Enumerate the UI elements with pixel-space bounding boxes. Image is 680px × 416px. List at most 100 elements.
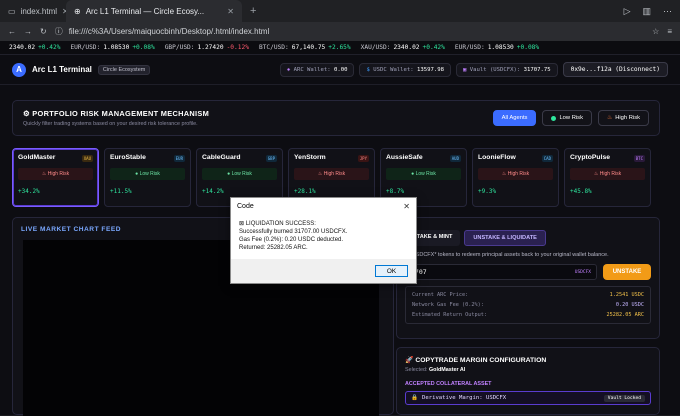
agent-return: +11.5%: [110, 188, 132, 195]
risk-badge: ● Low Risk: [386, 168, 461, 180]
agent-return: +9.3%: [478, 188, 497, 195]
tab-index[interactable]: ▭ index.html ✕: [0, 0, 69, 22]
address-bar[interactable]: ⓘ file:///c%3A/Users/maiquocbinh/Desktop…: [55, 26, 644, 37]
vault-wallet: ▣ Vault (USDCFX): 31707.75: [455, 62, 558, 77]
url-text: file:///c%3A/Users/maiquocbinh/Desktop/.…: [68, 27, 270, 36]
filter-high-button[interactable]: ♨ High Risk: [597, 110, 649, 126]
agent-return: +28.1%: [294, 188, 316, 195]
unstake-description: n *USDCFX* tokens to redeem principal as…: [405, 252, 609, 258]
dialog-footer: OK: [231, 259, 416, 283]
globe-icon: ⊕: [74, 6, 81, 16]
unstake-row: 1707 USDCFX UNSTAKE: [405, 264, 651, 280]
amount-input[interactable]: 1707 USDCFX: [405, 264, 597, 280]
star-icon[interactable]: ☆: [652, 27, 659, 36]
browser-tabbar: ▭ index.html ✕ ⊕ Arc L1 Terminal — Circl…: [0, 0, 680, 22]
selected-agent: Selected: GoldMaster AI: [405, 367, 466, 373]
risk-badge: ♨ High Risk: [294, 168, 369, 180]
fire-icon: ♨: [41, 171, 47, 177]
dot-icon: ●: [227, 171, 231, 177]
file-icon: ▭: [8, 6, 16, 16]
amount-unit: USDCFX: [574, 269, 591, 275]
risk-panel: ⚙ PORTFOLIO RISK MANAGEMENT MECHANISM Qu…: [12, 100, 660, 136]
fire-icon: ♨: [606, 115, 613, 121]
risk-badge: ● Low Risk: [110, 168, 185, 180]
close-icon[interactable]: ✕: [227, 7, 234, 16]
copytrade-panel: 🚀 COPYTRADE MARGIN CONFIGURATION Selecte…: [396, 347, 660, 415]
rocket-icon: 🚀: [405, 357, 414, 364]
close-icon[interactable]: ✕: [403, 202, 410, 211]
dot-icon: ●: [135, 171, 139, 177]
tab-label: Arc L1 Terminal — Circle Ecosy...: [85, 6, 205, 16]
wallet-bar: ◈ ARC Wallet: 0.00 $ USDC Wallet: 13597.…: [279, 62, 668, 77]
lock-icon: 🔒: [411, 395, 418, 401]
risk-subtitle: Quickly filter trading systems based on …: [23, 121, 198, 127]
agent-tag: AUD: [449, 155, 461, 162]
ok-button[interactable]: OK: [375, 265, 408, 277]
ticker-item: 2340.02 +0.42%: [9, 44, 61, 51]
reload-icon[interactable]: ↻: [40, 27, 47, 36]
summary-row: Current ARC Price: 1.2541 USDC: [412, 292, 644, 298]
agent-return: +34.2%: [18, 188, 40, 195]
agent-card[interactable]: CryptoPulse BTC ♨ High Risk +45.8%: [564, 148, 651, 207]
unstake-button[interactable]: UNSTAKE: [603, 264, 651, 280]
agent-tag: BTC: [633, 155, 645, 162]
disconnect-button[interactable]: 0x9e...f12a (Disconnect): [562, 62, 668, 77]
tab-unstake[interactable]: UNSTAKE & LIQUIDATE: [464, 230, 546, 246]
margin-asset[interactable]: 🔒 Derivative Margin: USDCFX Vault Locked: [405, 391, 651, 405]
ticker-item: BTC/USD: 67,140.75 +2.65%: [258, 44, 351, 51]
back-icon[interactable]: ←: [8, 27, 16, 36]
logo: A: [12, 62, 26, 77]
copytrade-title: 🚀 COPYTRADE MARGIN CONFIGURATION: [405, 357, 547, 364]
tab-label: index.html: [20, 6, 58, 16]
ticker-item: GBP/USD: 1.27420 -0.12%: [164, 44, 249, 51]
agent-tag: GBP: [265, 155, 277, 162]
dialog-title: Code: [237, 202, 254, 210]
window-controls: ▷ ▥ ⋯: [624, 0, 680, 22]
agent-tag: CAD: [541, 155, 553, 162]
ticker-item: XAU/USD: 2340.02 +0.42%: [360, 44, 445, 51]
risk-title: ⚙ PORTFOLIO RISK MANAGEMENT MECHANISM: [23, 109, 210, 118]
agent-return: +45.8%: [570, 188, 592, 195]
agent-tag: EUR: [173, 155, 185, 162]
agent-card[interactable]: LoonieFlow CAD ♨ High Risk +9.3%: [472, 148, 559, 207]
app-header: A Arc L1 Terminal Circle Ecosystem ◈ ARC…: [0, 55, 680, 85]
new-tab-button[interactable]: +: [242, 0, 264, 22]
unstake-tabs: STAKE & MINT UNSTAKE & LIQUIDATE: [405, 230, 651, 246]
gear-icon: ⚙: [23, 109, 30, 118]
risk-badge: ♨ High Risk: [18, 168, 93, 180]
collateral-heading: ACCEPTED COLLATERAL ASSET: [405, 381, 492, 387]
dot-icon: ●: [411, 171, 415, 177]
tab-active[interactable]: ⊕ Arc L1 Terminal — Circle Ecosy... ✕: [66, 0, 242, 22]
risk-badge: ● Low Risk: [202, 168, 277, 180]
fire-icon: ♨: [501, 171, 507, 177]
ecosystem-badge: Circle Ecosystem: [97, 64, 151, 75]
filter-low-button[interactable]: Low Risk: [542, 110, 592, 126]
dialog-titlebar: Code ✕: [231, 198, 416, 214]
dialog-message: ⊠ LIQUIDATION SUCCESS: Successfully burn…: [231, 214, 416, 259]
summary-row: Network Gas Fee (0.2%): 0.20 USDC: [412, 302, 644, 308]
menu-icon[interactable]: ≡: [667, 27, 672, 36]
summary-row: Estimated Return Output: 25282.05 ARC: [412, 312, 644, 318]
more-icon[interactable]: ⋯: [663, 6, 672, 17]
agent-tag: JPY: [357, 155, 369, 162]
usdc-wallet: $ USDC Wallet: 13597.98: [359, 62, 451, 77]
low-dot-icon: [551, 115, 557, 121]
agent-card[interactable]: GoldMaster XAU ♨ High Risk +34.2%: [12, 148, 99, 207]
forward-icon[interactable]: →: [24, 27, 32, 36]
alert-dialog: Code ✕ ⊠ LIQUIDATION SUCCESS: Successful…: [230, 197, 417, 284]
unstake-summary: Current ARC Price: 1.2541 USDC Network Ga…: [405, 286, 651, 324]
info-icon: ⓘ: [54, 27, 63, 36]
browser-navbar: ← → ↻ ⓘ file:///c%3A/Users/maiquocbinh/D…: [0, 22, 680, 41]
filter-all-button[interactable]: All Agents: [492, 110, 537, 126]
split-icon[interactable]: ▥: [642, 6, 651, 17]
agent-tag: XAU: [81, 155, 93, 162]
check-icon: ⊠: [239, 221, 245, 227]
play-icon[interactable]: ▷: [624, 6, 631, 17]
brand-name: Arc L1 Terminal: [32, 65, 92, 74]
unstake-panel: STAKE & MINT UNSTAKE & LIQUIDATE n *USDC…: [396, 217, 660, 339]
agent-card[interactable]: EuroStable EUR ● Low Risk +11.5%: [104, 148, 191, 207]
risk-badge: ♨ High Risk: [570, 168, 645, 180]
risk-filter: All Agents Low Risk ♨ High Risk: [492, 110, 649, 126]
price-ticker: 2340.02 +0.42% EUR/USD: 1.08530 +0.08% GBP/US…: [0, 41, 680, 55]
risk-badge: ♨ High Risk: [478, 168, 553, 180]
